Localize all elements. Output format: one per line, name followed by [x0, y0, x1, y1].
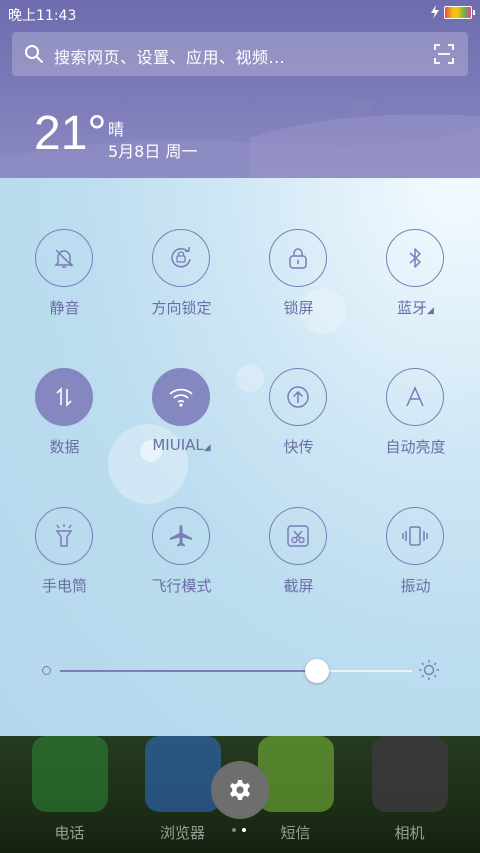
app-label: 相机: [394, 824, 425, 842]
temperature: 21°: [34, 107, 107, 160]
status-time: 晚上11:43: [8, 8, 77, 24]
toggle-rotation-lock[interactable]: 方向锁定: [123, 229, 240, 329]
battery-icon: [444, 5, 475, 19]
brightness-thumb[interactable]: [305, 659, 329, 683]
app-label: 电话: [54, 824, 85, 842]
quick-settings-panel: 静音 方向锁定 锁屏 蓝牙◢ 数据 MIUIAL◢ 快传 自动亮度 手电筒 飞行…: [0, 178, 480, 736]
toggle-circle[interactable]: [35, 368, 93, 426]
status-icons: [430, 5, 475, 19]
toggle-label: 数据: [49, 438, 80, 456]
toggle-quick-transfer[interactable]: 快传: [240, 368, 357, 468]
page-indicator: [232, 828, 250, 832]
status-bar: 晚上11:43: [0, 0, 480, 26]
toggle-label: 锁屏: [283, 299, 314, 317]
search-bar[interactable]: 搜索网页、设置、应用、视频...: [12, 32, 468, 76]
toggle-circle[interactable]: [152, 368, 210, 426]
weather-condition: 晴: [108, 120, 125, 139]
toggle-label: 快传: [283, 438, 314, 456]
message-icon: [258, 736, 334, 812]
toggle-label: 手电筒: [41, 577, 87, 595]
toggle-screenshot[interactable]: 截屏: [240, 507, 357, 607]
gear-icon: [230, 780, 250, 800]
settings-button[interactable]: [211, 761, 269, 819]
toggle-circle[interactable]: [152, 229, 210, 287]
toggle-label: 蓝牙◢: [357, 297, 474, 318]
toggle-wifi[interactable]: MIUIAL◢: [123, 368, 240, 468]
toggle-label: 飞行模式: [151, 577, 212, 595]
sun-icon: [419, 660, 439, 680]
more-triangle-icon: ◢: [203, 443, 211, 453]
toggle-bluetooth[interactable]: 蓝牙◢: [357, 229, 474, 329]
browser-icon: [145, 736, 221, 812]
page-dot: [242, 828, 246, 832]
toggle-vibrate[interactable]: 振动: [357, 507, 474, 607]
toggle-label-text: 蓝牙: [397, 299, 428, 317]
letter-a-icon: [406, 386, 424, 407]
toggle-circle[interactable]: [35, 229, 93, 287]
scan-icon[interactable]: [434, 44, 454, 64]
airplane-icon: [170, 525, 192, 547]
toggle-circle[interactable]: [269, 368, 327, 426]
toggle-circle[interactable]: [386, 229, 444, 287]
bell-slash-icon: [54, 249, 74, 268]
phone-icon: [32, 736, 108, 812]
vibrate-icon: [402, 526, 428, 546]
page-dot: [232, 828, 236, 832]
dim-dot-icon: [42, 666, 51, 675]
search-input[interactable]: 搜索网页、设置、应用、视频...: [54, 44, 285, 68]
toggle-label: MIUIAL◢: [123, 436, 240, 454]
toggle-label: 截屏: [283, 577, 314, 595]
weather-header: 晚上11:43 搜索网页、设置、应用、视频... 21° 晴 5月8日 周一: [0, 0, 480, 178]
toggle-label: 振动: [400, 577, 431, 595]
wifi-icon: [169, 388, 193, 407]
search-icon: [25, 45, 43, 63]
lock-icon: [289, 248, 307, 269]
more-triangle-icon: ◢: [427, 306, 434, 316]
screenshot-icon: [287, 525, 309, 547]
upload-icon: [287, 386, 309, 408]
toggle-circle[interactable]: [269, 229, 327, 287]
toggle-data[interactable]: 数据: [6, 368, 123, 468]
toggle-circle[interactable]: [35, 507, 93, 565]
toggle-airplane-mode[interactable]: 飞行模式: [123, 507, 240, 607]
toggle-label-text: MIUIAL: [152, 436, 204, 454]
toggle-circle[interactable]: [269, 507, 327, 565]
toggle-lock-screen[interactable]: 锁屏: [240, 229, 357, 329]
toggle-flashlight[interactable]: 手电筒: [6, 507, 123, 607]
toggle-circle[interactable]: [386, 507, 444, 565]
toggle-circle[interactable]: [386, 368, 444, 426]
data-arrows-icon: [56, 387, 72, 407]
lightning-icon: [431, 5, 439, 19]
brightness-fill: [60, 670, 317, 672]
toggle-auto-brightness[interactable]: 自动亮度: [357, 368, 474, 468]
toggle-label: 自动亮度: [385, 438, 446, 456]
toggle-circle[interactable]: [152, 507, 210, 565]
dock-app-camera[interactable]: 相机: [351, 736, 468, 853]
toggle-mute[interactable]: 静音: [6, 229, 123, 329]
rotation-lock-icon: [171, 247, 191, 268]
dock-app-phone[interactable]: 电话: [11, 736, 128, 853]
toggle-label: 静音: [49, 299, 80, 317]
camera-icon: [372, 736, 448, 812]
date-text: 5月8日 周一: [108, 142, 198, 161]
bluetooth-icon: [409, 248, 421, 268]
app-label: 短信: [280, 824, 311, 842]
toggle-label: 方向锁定: [151, 299, 212, 317]
brightness-slider[interactable]: [60, 659, 412, 683]
flashlight-icon: [55, 524, 73, 547]
app-label: 浏览器: [159, 824, 205, 842]
